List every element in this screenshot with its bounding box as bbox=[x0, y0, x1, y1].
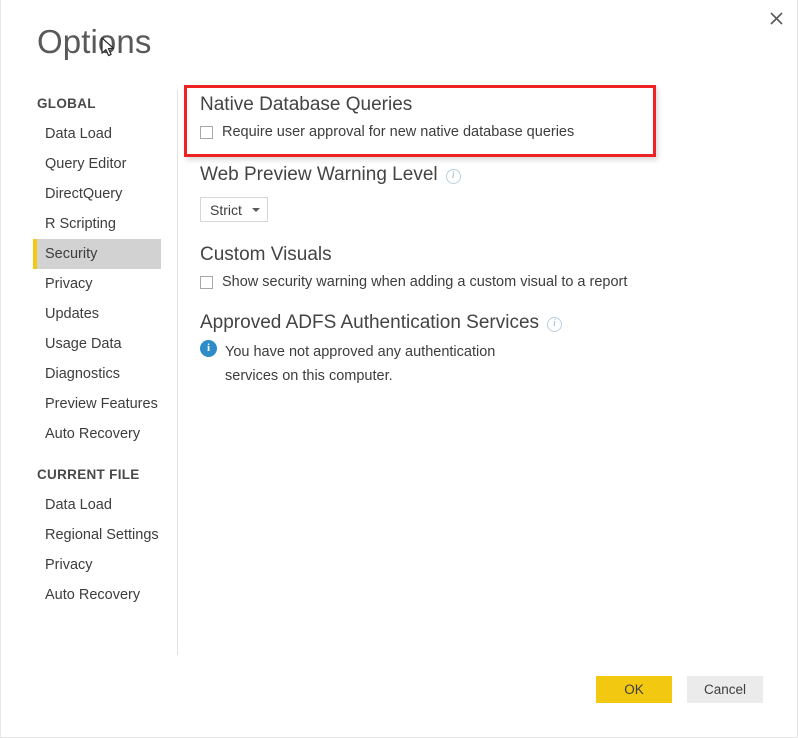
show-security-warning-checkbox[interactable] bbox=[200, 275, 213, 289]
web-preview-warning-level-title: Web Preview Warning Level bbox=[200, 164, 438, 185]
sidebar-item-directquery[interactable]: DirectQuery bbox=[37, 179, 161, 209]
sidebar-nav: GLOBAL Data Load Query Editor DirectQuer… bbox=[1, 96, 177, 656]
sidebar-item-auto-recovery[interactable]: Auto Recovery bbox=[37, 419, 161, 449]
require-user-approval-checkbox[interactable] bbox=[200, 125, 213, 139]
sidebar-group-current-file: CURRENT FILE Data Load Regional Settings… bbox=[1, 467, 177, 610]
sidebar-item-diagnostics[interactable]: Diagnostics bbox=[37, 359, 161, 389]
sidebar-group-global: GLOBAL Data Load Query Editor DirectQuer… bbox=[1, 96, 177, 449]
sidebar-item-data-load[interactable]: Data Load bbox=[37, 119, 161, 149]
custom-visuals-section: Custom Visuals Show security warning whe… bbox=[200, 242, 775, 290]
sidebar-item-r-scripting[interactable]: R Scripting bbox=[37, 209, 161, 239]
approved-adfs-heading: Approved ADFS Authentication Services i bbox=[200, 310, 775, 336]
page-title: Options bbox=[37, 23, 152, 60]
sidebar-item-preview-features[interactable]: Preview Features bbox=[37, 389, 161, 419]
info-circle-icon[interactable]: i bbox=[445, 168, 461, 184]
approved-adfs-section: Approved ADFS Authentication Services i … bbox=[200, 310, 775, 388]
sidebar-item-security[interactable]: Security bbox=[33, 239, 161, 269]
sidebar-item-usage-data[interactable]: Usage Data bbox=[37, 329, 161, 359]
sidebar-item-updates[interactable]: Updates bbox=[37, 299, 161, 329]
sidebar-item-file-data-load[interactable]: Data Load bbox=[37, 490, 161, 520]
settings-content: Native Database Queries Require user app… bbox=[200, 92, 775, 388]
close-icon bbox=[769, 11, 783, 25]
sidebar-item-file-auto-recovery[interactable]: Auto Recovery bbox=[37, 580, 161, 610]
custom-visuals-heading: Custom Visuals bbox=[200, 244, 332, 265]
web-preview-warning-level-section: Web Preview Warning Level i Strict bbox=[200, 162, 775, 222]
show-security-warning-row[interactable]: Show security warning when adding a cust… bbox=[200, 274, 775, 290]
native-database-queries-heading: Native Database Queries bbox=[200, 94, 413, 115]
approved-adfs-notice-text: You have not approved any authentication… bbox=[225, 340, 495, 388]
sidebar-divider bbox=[177, 90, 178, 655]
sidebar-item-privacy[interactable]: Privacy bbox=[37, 269, 161, 299]
dialog-footer: OK Cancel bbox=[1, 676, 798, 704]
web-preview-warning-level-heading: Web Preview Warning Level i bbox=[200, 162, 775, 188]
sidebar-item-query-editor[interactable]: Query Editor bbox=[37, 149, 161, 179]
options-dialog: Options GLOBAL Data Load Query Editor Di… bbox=[0, 0, 798, 738]
native-database-queries-section: Native Database Queries Require user app… bbox=[200, 92, 775, 140]
info-circle-icon[interactable]: i bbox=[547, 316, 563, 332]
web-preview-warning-level-value: Strict bbox=[210, 201, 242, 218]
approved-adfs-notice-line1: You have not approved any authentication bbox=[225, 344, 496, 360]
web-preview-warning-level-dropdown[interactable]: Strict bbox=[200, 197, 268, 222]
sidebar-item-file-privacy[interactable]: Privacy bbox=[37, 550, 161, 580]
cancel-button[interactable]: Cancel bbox=[687, 676, 763, 703]
ok-button[interactable]: OK bbox=[596, 676, 672, 703]
chevron-down-icon bbox=[251, 207, 260, 212]
approved-adfs-notice-line2: services on this computer. bbox=[225, 368, 393, 384]
info-filled-icon: i bbox=[200, 340, 217, 357]
approved-adfs-title: Approved ADFS Authentication Services bbox=[200, 312, 540, 333]
sidebar-group-title-current-file: CURRENT FILE bbox=[37, 467, 140, 482]
show-security-warning-label: Show security warning when adding a cust… bbox=[222, 274, 628, 290]
require-user-approval-row[interactable]: Require user approval for new native dat… bbox=[200, 124, 775, 140]
sidebar-group-spacer bbox=[1, 449, 177, 467]
sidebar-group-title-global: GLOBAL bbox=[37, 96, 96, 111]
close-button[interactable] bbox=[761, 4, 791, 32]
approved-adfs-notice: i You have not approved any authenticati… bbox=[200, 340, 775, 388]
sidebar-item-regional-settings[interactable]: Regional Settings bbox=[37, 520, 161, 550]
require-user-approval-label: Require user approval for new native dat… bbox=[222, 124, 575, 140]
